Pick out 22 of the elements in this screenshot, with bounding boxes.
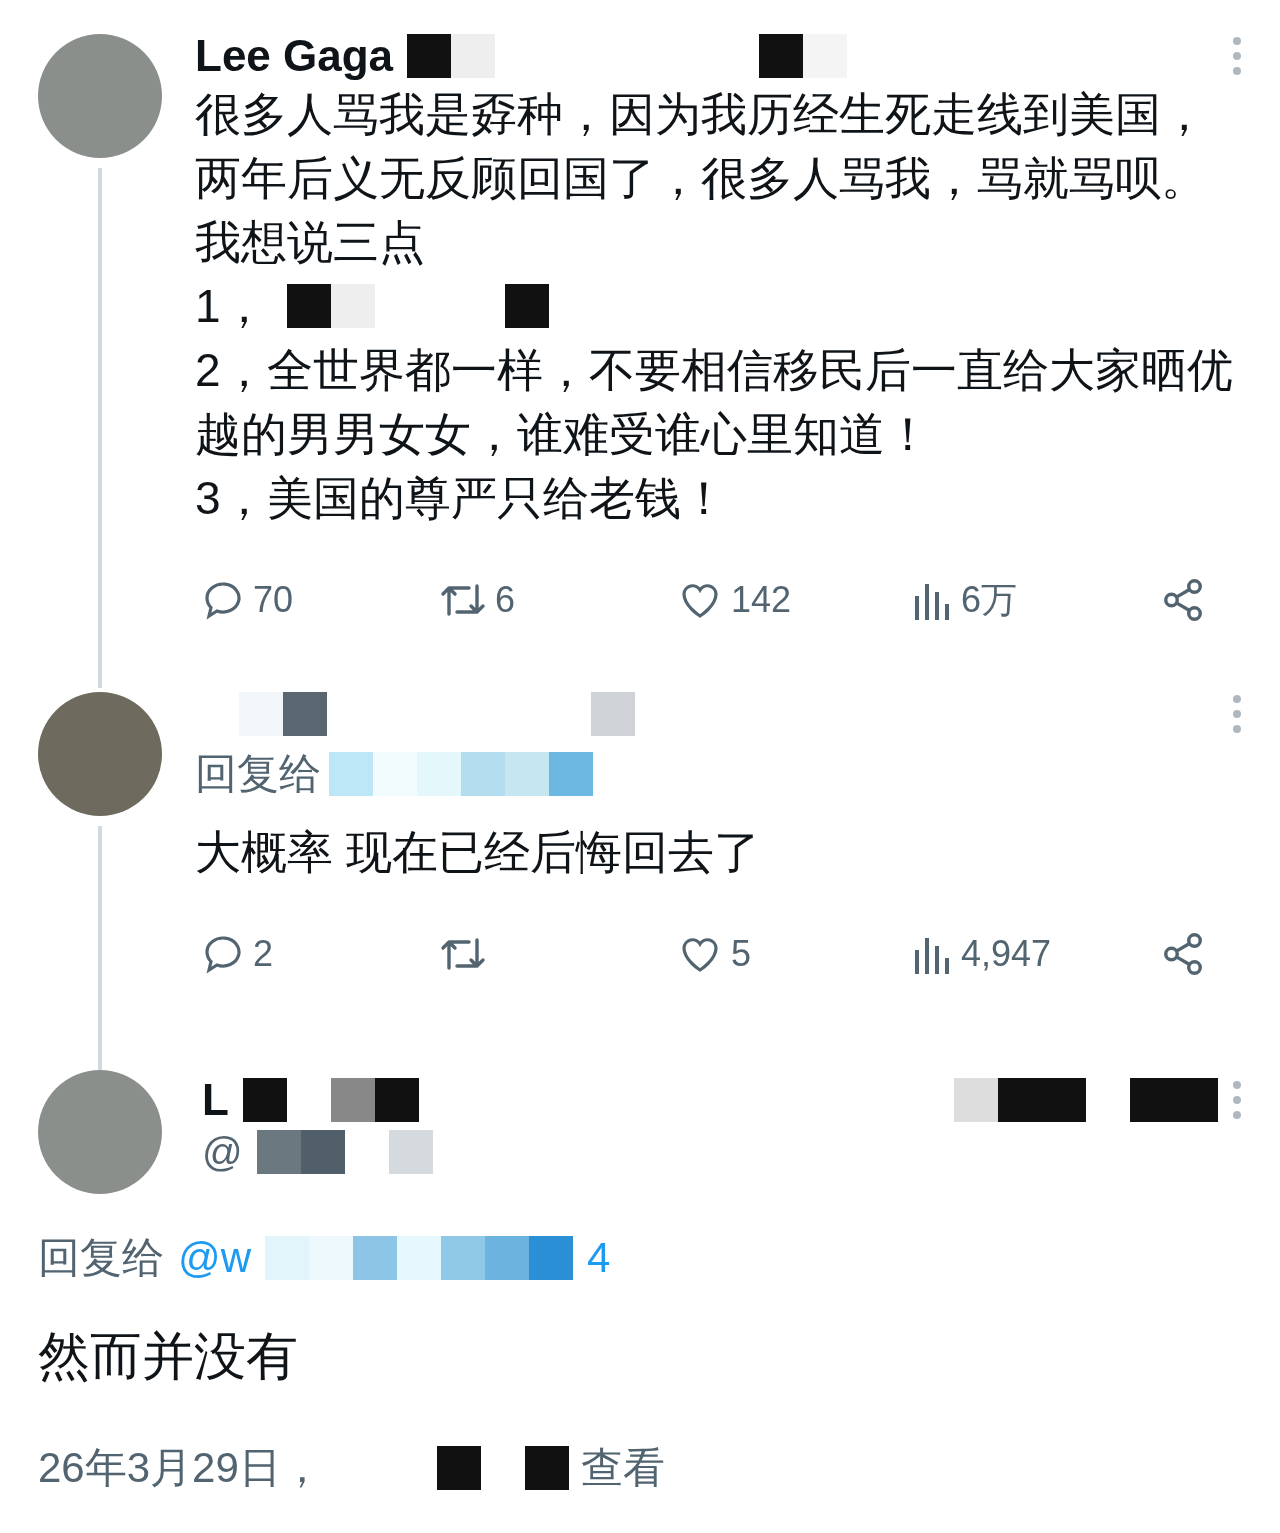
redaction-mosaic: [504, 284, 549, 328]
reply-count: 2: [253, 933, 274, 975]
reply-to-label: 回复给: [195, 749, 321, 799]
like-count: 5: [731, 933, 752, 975]
tweet-text: 3，美国的尊严只给老钱！: [195, 471, 727, 526]
tweet-text: 1，: [195, 279, 267, 334]
views-count: 4,947: [961, 933, 1052, 975]
like-count: 142: [731, 579, 792, 621]
tweet-text: 然而并没有: [38, 1326, 299, 1387]
views-label: 查看: [580, 1443, 665, 1493]
reply-to-label: 回复给: [38, 1233, 164, 1283]
tweet-text: 我想说三点: [195, 215, 425, 270]
tweet-text: 大概率 现在已经后悔回去了: [195, 825, 760, 880]
reply-count: 70: [253, 579, 294, 621]
retweet-count: 6: [495, 579, 516, 621]
user-name[interactable]: Lee Gaga: [195, 31, 394, 81]
post-date: 26年3月29日，: [38, 1443, 323, 1493]
tweet-text: 很多人骂我是孬种，因为我历经生死走线到美国，两年后义无反顾回国了，很多人骂我，骂就骂呗。: [195, 87, 1208, 206]
user-name[interactable]: L: [202, 1075, 229, 1125]
tweet-text: 2，全世界都一样，不要相信移民后一直给大家晒优越的男男女女，谁难受谁心里知道！: [195, 343, 1234, 462]
views-count: 6万: [961, 577, 1018, 622]
user-handle[interactable]: @: [202, 1129, 243, 1175]
